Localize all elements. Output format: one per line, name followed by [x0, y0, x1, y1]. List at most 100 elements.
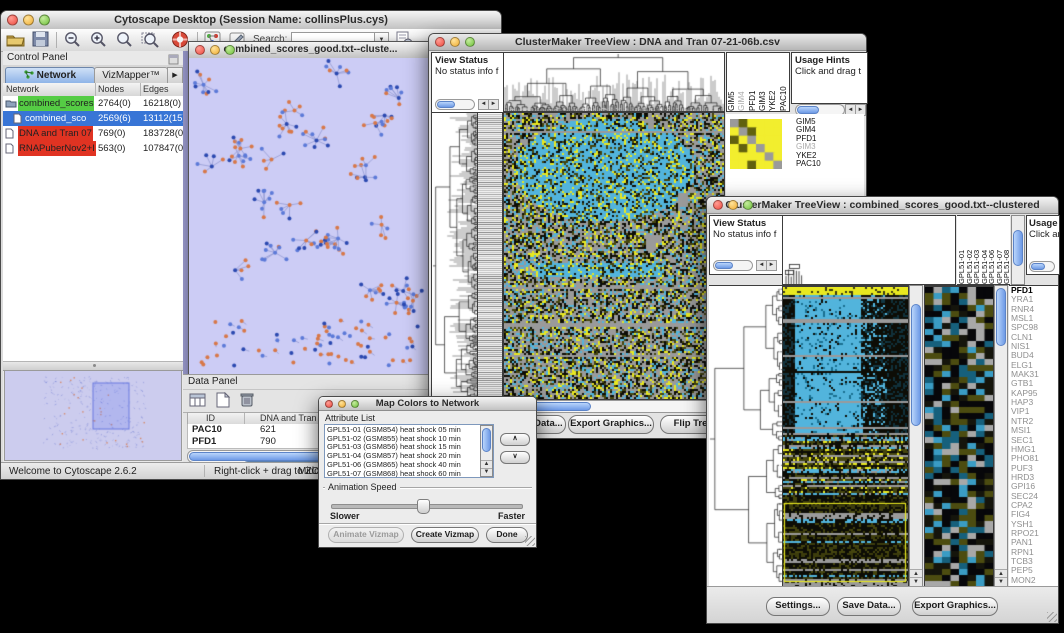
move-down-button[interactable]: ∨: [500, 451, 530, 464]
minimize-button[interactable]: [338, 400, 346, 408]
view-status-scrollbar[interactable]: [435, 99, 475, 110]
done-button[interactable]: Done: [486, 527, 528, 543]
scrollbar-thumb[interactable]: [482, 428, 491, 452]
move-up-button[interactable]: ∧: [500, 433, 530, 446]
network-list-empty-area[interactable]: [3, 158, 183, 363]
save-icon[interactable]: [32, 31, 54, 49]
network-nodes: 769(0): [98, 126, 125, 141]
tab-network[interactable]: Network: [5, 67, 95, 84]
column-header-network[interactable]: Network: [6, 84, 39, 94]
select-attributes-icon[interactable]: [189, 392, 207, 413]
network-list-row[interactable]: DNA and Tran 07769(0)183728(0): [3, 126, 183, 141]
close-button[interactable]: [325, 400, 333, 408]
network-list: combined_scores2764(0)16218(0)combined_s…: [3, 96, 183, 158]
zoom-out-icon[interactable]: [63, 31, 85, 49]
global-vscrollbar[interactable]: ▲ ▼: [909, 285, 923, 587]
main-title-bar[interactable]: Cytoscape Desktop (Session Name: collins…: [1, 11, 501, 30]
scroll-down-icon[interactable]: ▼: [910, 577, 922, 586]
attribute-list-item[interactable]: GPL51-07 (GSM868) heat shock 60 min: [327, 470, 481, 478]
column-header-nodes[interactable]: Nodes: [98, 84, 124, 94]
column-dendrogram[interactable]: [782, 215, 956, 285]
column-labels-scrollbar[interactable]: [1011, 215, 1025, 285]
dialog-title-bar[interactable]: Map Colors to Network: [319, 397, 536, 411]
data-column-id[interactable]: ID: [206, 413, 215, 423]
column-header-edges[interactable]: Edges: [143, 84, 169, 94]
row-dendrogram[interactable]: [431, 112, 478, 400]
create-attribute-icon[interactable]: [215, 392, 231, 413]
maximize-button[interactable]: [465, 37, 475, 47]
zoom-in-icon[interactable]: [89, 31, 111, 49]
row-dendrogram[interactable]: [709, 285, 782, 586]
network-list-row[interactable]: combined_scores2764(0)16218(0): [3, 96, 183, 111]
resize-grip[interactable]: [1047, 612, 1057, 622]
minimize-button[interactable]: [210, 45, 220, 55]
matrix-column-label: GIM5: [727, 53, 737, 111]
faster-label: Faster: [498, 511, 525, 521]
gene-label[interactable]: MON2: [1011, 576, 1058, 585]
scroll-up-icon[interactable]: ▲: [481, 460, 492, 468]
usage-hints-scrollbar[interactable]: [1029, 261, 1055, 272]
save-data-button[interactable]: Save Data...: [837, 597, 901, 616]
attribute-list-scrollbar[interactable]: ▲ ▼: [480, 425, 493, 477]
network-list-row[interactable]: combined_sco2569(6)13112(15): [3, 111, 183, 126]
minimize-button[interactable]: [728, 200, 738, 210]
close-button[interactable]: [195, 45, 205, 55]
create-vizmap-button[interactable]: Create Vizmap: [411, 527, 479, 543]
zoom-column-labels: GIM5GIM4PFD1GIM3YKE2PAC10: [726, 52, 790, 112]
view-status-scrollbar[interactable]: [713, 260, 753, 271]
treeview2-title-bar[interactable]: ClusterMaker TreeView : combined_scores_…: [707, 197, 1058, 214]
open-icon[interactable]: [6, 31, 28, 49]
network-canvas[interactable]: [189, 58, 430, 373]
minimize-button[interactable]: [23, 15, 34, 26]
zoom-selected-icon[interactable]: [115, 31, 137, 49]
maximize-button[interactable]: [39, 15, 50, 26]
treeview1-title-bar[interactable]: ClusterMaker TreeView : DNA and Tran 07-…: [429, 34, 866, 51]
heatmap-canvas[interactable]: [503, 112, 725, 400]
scroll-right-icon[interactable]: ►: [766, 260, 777, 271]
scrollbar-thumb[interactable]: [996, 288, 1006, 346]
usage-hints-message: Click and drag t: [795, 66, 861, 77]
column-dendrogram[interactable]: [503, 52, 725, 112]
maximize-button[interactable]: [225, 45, 235, 55]
zoom-heatmap-canvas[interactable]: [924, 285, 994, 588]
tab-vizmapper[interactable]: VizMapper™: [94, 67, 168, 84]
global-heatmap-canvas[interactable]: [782, 285, 909, 588]
zoom-heatmap-canvas[interactable]: [730, 119, 782, 169]
maximize-button[interactable]: [351, 400, 359, 408]
view-status-panel: View Status No status info f ◄ ►: [709, 215, 784, 275]
scroll-right-icon[interactable]: ►: [488, 99, 499, 110]
zoom-fit-icon[interactable]: [141, 31, 163, 49]
birdseye-view[interactable]: [4, 370, 182, 461]
network-list-row[interactable]: RNAPuberNov2+I563(0)107847(0): [3, 141, 183, 156]
network-window-title: combined_scores_good.txt--cluste...: [224, 44, 398, 55]
animate-vizmap-button[interactable]: Animate Vizmap: [328, 527, 404, 543]
scroll-down-icon[interactable]: ▼: [481, 468, 492, 476]
main-window-title: Cytoscape Desktop (Session Name: collins…: [114, 14, 388, 26]
scrollbar-thumb[interactable]: [1013, 230, 1023, 266]
maximize-button[interactable]: [743, 200, 753, 210]
matrix-row-label: PAC10: [796, 160, 821, 168]
scrollbar-thumb[interactable]: [911, 304, 921, 426]
slider-thumb[interactable]: [417, 499, 430, 514]
close-button[interactable]: [435, 37, 445, 47]
export-graphics-button[interactable]: Export Graphics...: [568, 415, 654, 434]
network-name: combined_sco: [24, 111, 87, 126]
tab-overflow-arrow-icon[interactable]: ▶: [167, 67, 183, 84]
gene-list-scrollbar[interactable]: ▲ ▼: [994, 285, 1008, 587]
delete-attribute-icon[interactable]: [239, 391, 255, 413]
control-panel-title: Control Panel: [7, 52, 68, 63]
network-nodes: 563(0): [98, 141, 125, 156]
view-status-title: View Status: [435, 55, 488, 66]
row-label-strip[interactable]: [477, 112, 503, 400]
window-controls: [713, 200, 753, 210]
attribute-list: GPL51-01 (GSM854) heat shock 05 minGPL51…: [324, 424, 494, 478]
resize-grip[interactable]: [525, 536, 535, 546]
scroll-down-icon[interactable]: ▼: [995, 577, 1007, 586]
treeview2-button-bar: Settings... Save Data... Export Graphics…: [707, 586, 1058, 623]
close-button[interactable]: [7, 15, 18, 26]
close-button[interactable]: [713, 200, 723, 210]
settings-button[interactable]: Settings...: [766, 597, 830, 616]
export-graphics-button[interactable]: Export Graphics...: [912, 597, 998, 616]
minimize-button[interactable]: [450, 37, 460, 47]
matrix-column-label: PFD1: [748, 53, 758, 111]
